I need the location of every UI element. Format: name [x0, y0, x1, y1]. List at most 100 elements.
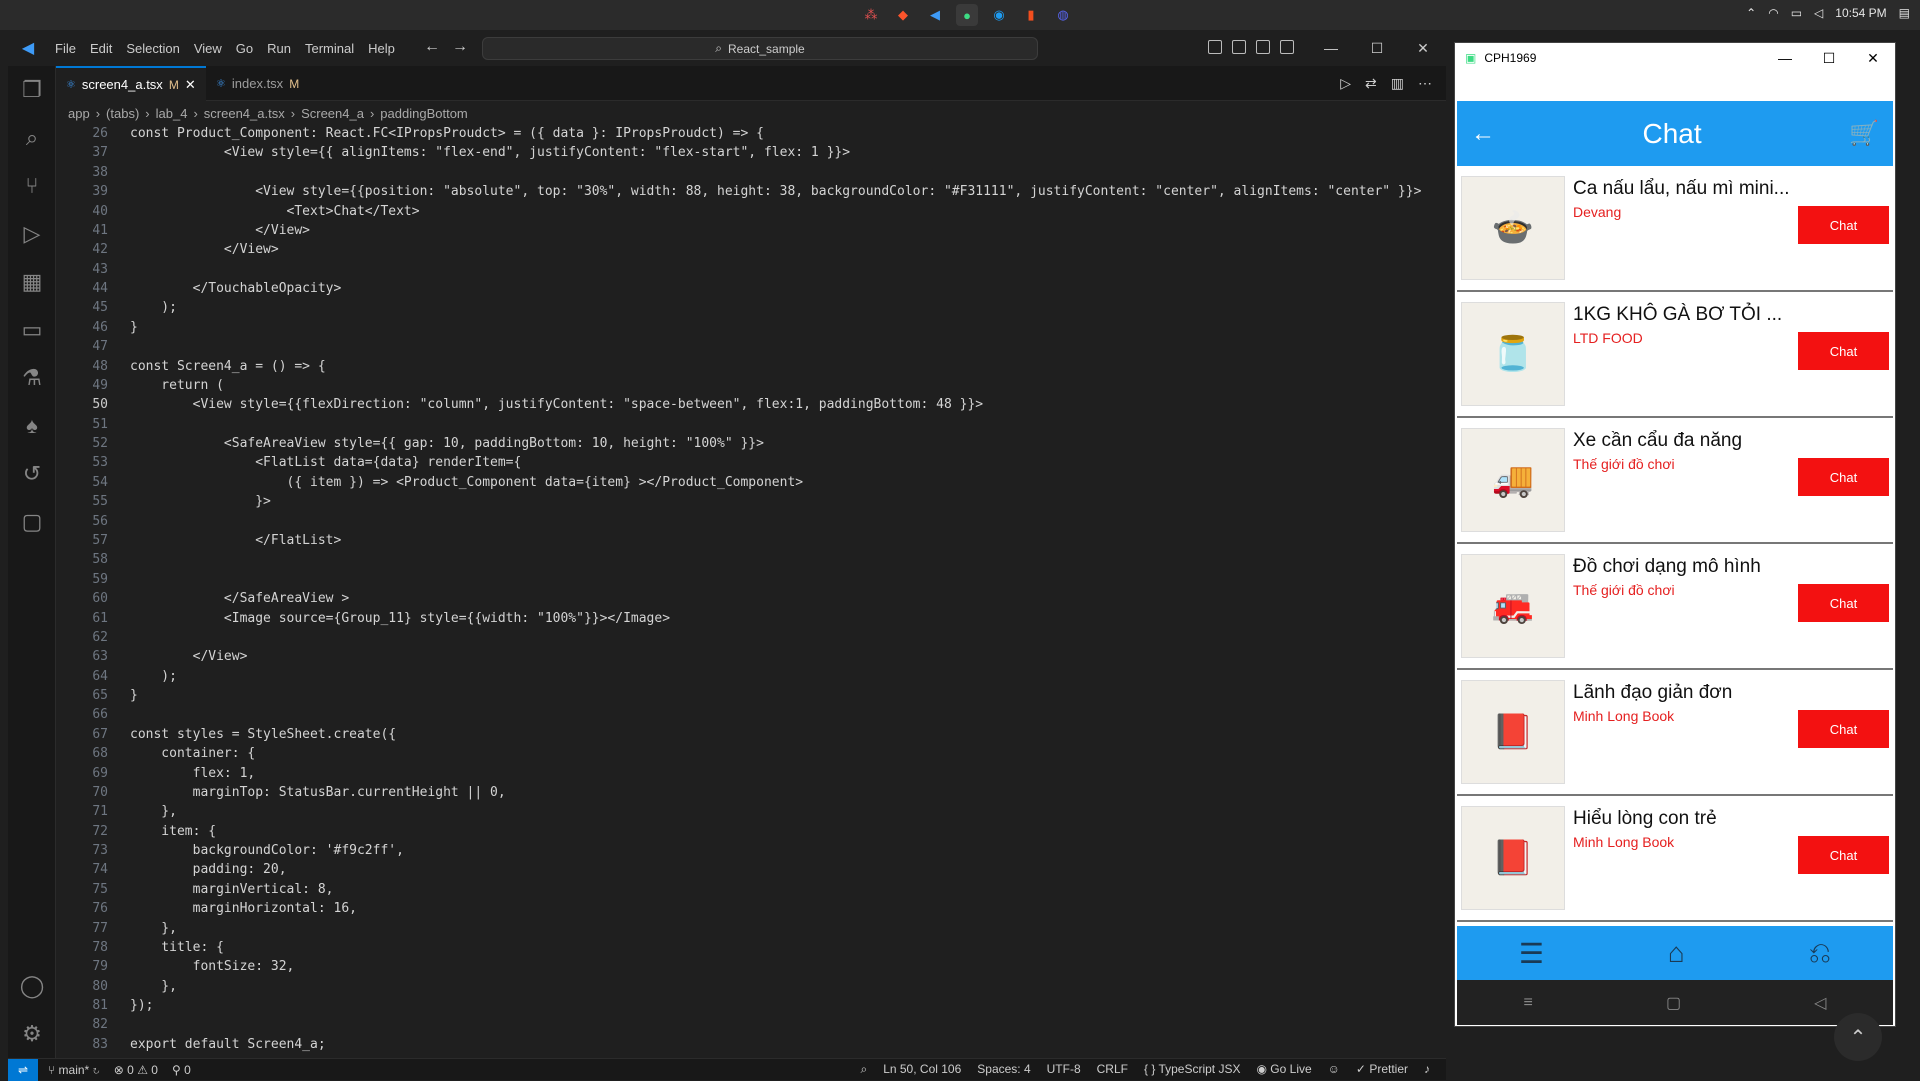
- code-line[interactable]: 76 marginHorizontal: 16,: [56, 899, 1436, 918]
- code-line[interactable]: 79 fontSize: 32,: [56, 957, 1436, 976]
- breadcrumb-item[interactable]: lab_4: [156, 106, 188, 121]
- code-line[interactable]: 66: [56, 705, 1436, 724]
- code-line[interactable]: 45 );: [56, 298, 1436, 317]
- copilot-icon[interactable]: ☺: [1328, 1062, 1340, 1077]
- indentation[interactable]: Spaces: 4: [977, 1062, 1030, 1077]
- zoom-icon[interactable]: ⌕: [860, 1062, 867, 1077]
- code-line[interactable]: 26 const Product_Component: React.FC<IPro…: [56, 124, 1436, 143]
- chat-button[interactable]: Chat: [1798, 206, 1889, 244]
- notification-icon[interactable]: ▤: [1899, 6, 1910, 20]
- scroll-top-button[interactable]: ⌃: [1834, 1013, 1882, 1061]
- volume-icon[interactable]: ◁: [1814, 6, 1823, 20]
- chat-button[interactable]: Chat: [1798, 584, 1889, 622]
- maximize-icon[interactable]: ☐: [1354, 30, 1400, 66]
- menu-terminal[interactable]: Terminal: [298, 41, 361, 56]
- code-line[interactable]: 73 backgroundColor: '#f9c2ff',: [56, 841, 1436, 860]
- explorer-icon[interactable]: ❐: [8, 66, 56, 114]
- clock[interactable]: 10:54 PM: [1835, 6, 1886, 20]
- recents-icon[interactable]: ≡: [1524, 994, 1533, 1012]
- product-item[interactable]: 🚒 Đồ chơi dạng mô hình Thế giới đồ chơi Cha…: [1457, 544, 1893, 670]
- more-actions-icon[interactable]: ⋯: [1418, 75, 1432, 92]
- home-button-icon[interactable]: ▢: [1666, 993, 1681, 1013]
- back-button-icon[interactable]: ◁: [1814, 993, 1826, 1013]
- menu-edit[interactable]: Edit: [83, 41, 119, 56]
- close-icon[interactable]: ✕: [1400, 30, 1446, 66]
- android-icon[interactable]: ●: [956, 4, 978, 26]
- code-line[interactable]: 53 <FlatList data={data} renderItem={: [56, 453, 1436, 472]
- menu-go[interactable]: Go: [229, 41, 260, 56]
- breadcrumb-item[interactable]: Screen4_a: [301, 106, 364, 121]
- line-ending[interactable]: CRLF: [1097, 1062, 1128, 1077]
- back-arrow-icon[interactable]: ←: [424, 38, 440, 56]
- extensions-icon[interactable]: ▦: [8, 258, 56, 306]
- chat-button[interactable]: Chat: [1798, 710, 1889, 748]
- code-line[interactable]: 82: [56, 1015, 1436, 1034]
- open-changes-icon[interactable]: ⇄: [1365, 75, 1377, 92]
- code-line[interactable]: 44 </TouchableOpacity>: [56, 279, 1436, 298]
- cursor-position[interactable]: Ln 50, Col 106: [883, 1062, 961, 1077]
- chat-button[interactable]: Chat: [1798, 836, 1889, 874]
- code-line[interactable]: 57 </FlatList>: [56, 531, 1436, 550]
- command-center[interactable]: ⌕ React_sample: [482, 37, 1038, 60]
- menu-icon[interactable]: ☰: [1519, 937, 1544, 970]
- code-line[interactable]: 61 <Image source={Group_11} style={{widt…: [56, 609, 1436, 628]
- wifi-icon[interactable]: ◠: [1768, 6, 1778, 20]
- code-line[interactable]: 74 padding: 20,: [56, 860, 1436, 879]
- menu-file[interactable]: File: [48, 41, 83, 56]
- product-item[interactable]: 📕 Lãnh đạo giản đơn Minh Long Book Chat: [1457, 670, 1893, 796]
- remote-icon[interactable]: ⇌: [8, 1058, 38, 1081]
- ports-status[interactable]: ⚲ 0: [172, 1063, 191, 1077]
- code-line[interactable]: 47: [56, 337, 1436, 356]
- code-line[interactable]: 39 <View style={{position: "absolute", t…: [56, 182, 1436, 201]
- maximize-icon[interactable]: ☐: [1807, 43, 1851, 73]
- code-line[interactable]: 40 <Text>Chat</Text>: [56, 202, 1436, 221]
- messenger-icon[interactable]: ◉: [988, 4, 1010, 26]
- code-line[interactable]: 60 </SafeAreaView >: [56, 589, 1436, 608]
- problems-status[interactable]: ⊗ 0 ⚠ 0: [114, 1063, 158, 1077]
- code-line[interactable]: 75 marginVertical: 8,: [56, 880, 1436, 899]
- code-line[interactable]: 37 <View style={{ alignItems: "flex-end"…: [56, 143, 1436, 162]
- source-control-icon[interactable]: ⑂: [8, 162, 56, 210]
- code-line[interactable]: 51: [56, 415, 1436, 434]
- apps-icon[interactable]: ⁂: [860, 4, 882, 26]
- tab-index[interactable]: ⚛ index.tsx M: [206, 66, 316, 101]
- testing-icon[interactable]: ⚗: [8, 354, 56, 402]
- code-line[interactable]: 64 );: [56, 667, 1436, 686]
- code-line[interactable]: 67 const styles = StyleSheet.create({: [56, 725, 1436, 744]
- close-icon[interactable]: ✕: [1851, 43, 1895, 73]
- settings-gear-icon[interactable]: ⚙: [8, 1010, 56, 1058]
- code-line[interactable]: 59: [56, 570, 1436, 589]
- code-line[interactable]: 69 flex: 1,: [56, 764, 1436, 783]
- run-debug-icon[interactable]: ▷: [8, 210, 56, 258]
- back-arrow-icon[interactable]: ←: [1471, 120, 1495, 148]
- language-mode[interactable]: { } TypeScript JSX: [1144, 1062, 1241, 1077]
- breadcrumb-item[interactable]: (tabs): [106, 106, 139, 121]
- battery-icon[interactable]: ▭: [1791, 6, 1802, 20]
- search-icon[interactable]: ⌕: [8, 114, 56, 162]
- remote-explorer-icon[interactable]: ▭: [8, 306, 56, 354]
- product-list[interactable]: 🍲 Ca nấu lẩu, nấu mì mini... Devang Chat 🫙 1K…: [1457, 166, 1893, 926]
- code-line[interactable]: 81});: [56, 996, 1436, 1015]
- code-line[interactable]: 65}: [56, 686, 1436, 705]
- code-line[interactable]: 52 <SafeAreaView style={{ gap: 10, paddi…: [56, 434, 1436, 453]
- home-icon[interactable]: ⌂: [1668, 937, 1685, 969]
- code-line[interactable]: 77 },: [56, 919, 1436, 938]
- breadcrumb-item[interactable]: screen4_a.tsx: [204, 106, 285, 121]
- toggle-sidebar-icon[interactable]: [1208, 40, 1222, 54]
- brave-icon[interactable]: ◆: [892, 4, 914, 26]
- code-line[interactable]: 49 return (: [56, 376, 1436, 395]
- code-line[interactable]: 41 </View>: [56, 221, 1436, 240]
- chat-button[interactable]: Chat: [1798, 332, 1889, 370]
- mongodb-icon[interactable]: ♠: [8, 402, 56, 450]
- chevron-up-icon[interactable]: ⌃: [1746, 6, 1756, 20]
- minimize-icon[interactable]: —: [1763, 43, 1807, 73]
- back-icon[interactable]: ⎌: [1809, 937, 1831, 970]
- cart-icon[interactable]: 🛒: [1849, 119, 1879, 148]
- code-line[interactable]: 68 container: {: [56, 744, 1436, 763]
- go-live[interactable]: ◉ Go Live: [1256, 1062, 1311, 1077]
- split-editor-icon[interactable]: ▥: [1391, 75, 1404, 92]
- minimize-icon[interactable]: —: [1308, 30, 1354, 66]
- code-line[interactable]: 43: [56, 260, 1436, 279]
- branch-status[interactable]: ⑂ main* ↻: [48, 1063, 100, 1077]
- menu-help[interactable]: Help: [361, 41, 402, 56]
